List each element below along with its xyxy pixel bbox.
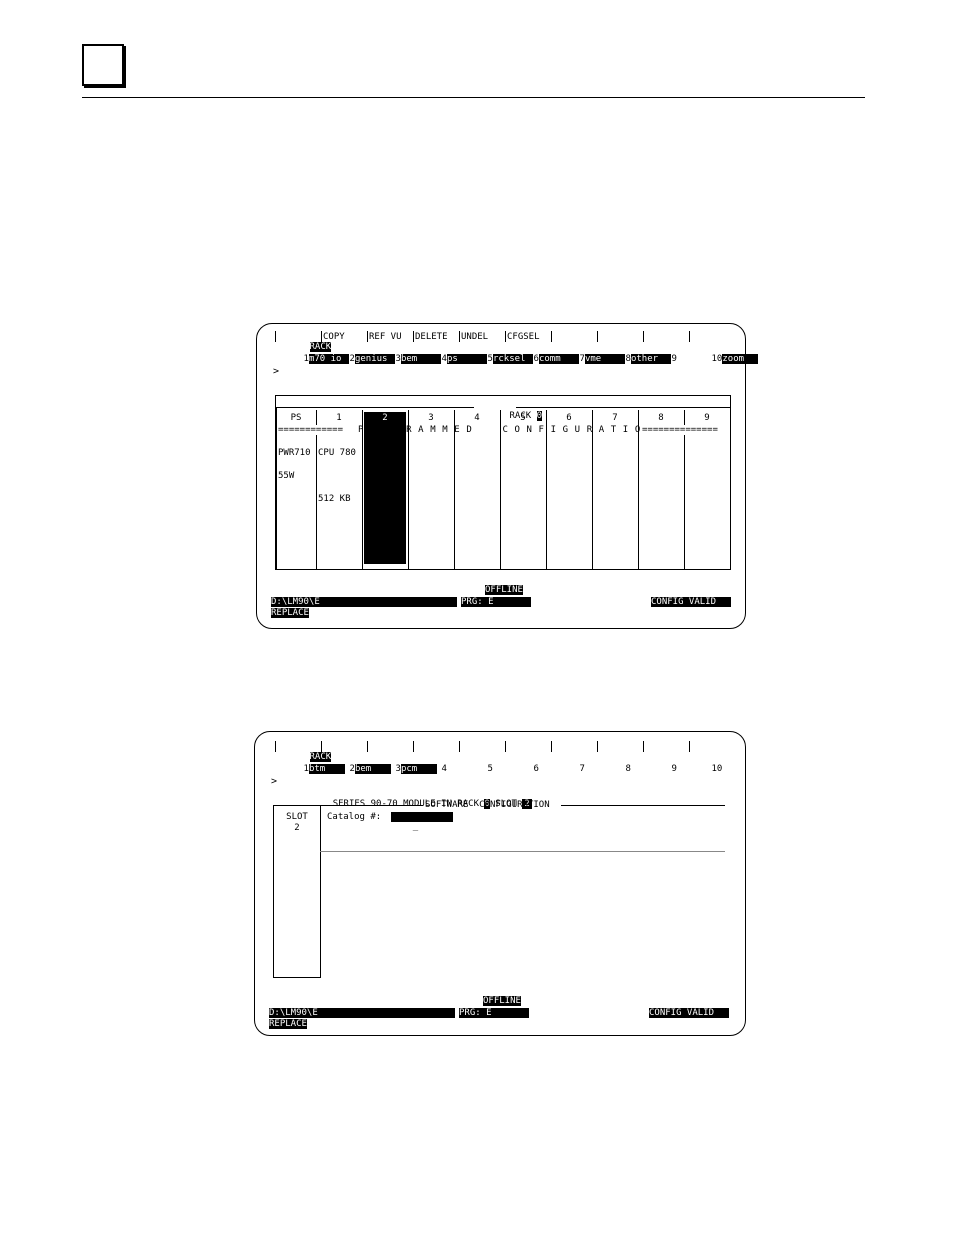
- slot-header-6[interactable]: 6: [546, 413, 592, 423]
- catalog-input[interactable]: _: [391, 812, 453, 832]
- status2-edit-mode: REPLACE: [269, 1019, 307, 1029]
- slot-box: SLOT 2: [273, 805, 321, 978]
- ps-module-name[interactable]: PWR710: [278, 448, 311, 458]
- slot-header-ps[interactable]: PS: [276, 413, 316, 423]
- fkey-top-delete[interactable]: DELETE: [415, 332, 448, 342]
- fkey-top-refvu[interactable]: REF VU: [369, 332, 402, 342]
- status2-program: PRG: E: [459, 1008, 529, 1018]
- status2-path: D:\LM90\E: [269, 1008, 455, 1018]
- slot-header-4[interactable]: 4: [454, 413, 500, 423]
- status2-config: CONFIG VALID: [649, 1008, 729, 1018]
- fkey-top-cfgsel[interactable]: CFGSEL: [507, 332, 540, 342]
- status-program: PRG: E: [461, 597, 531, 607]
- function-key-bar-2: RACK 1btm 2bem 3pcm 4 5 6 7 8 9 10: [255, 732, 745, 774]
- header-rule: [82, 97, 865, 98]
- slot-header-2[interactable]: 2: [362, 413, 408, 423]
- slot-box-label: SLOT: [286, 812, 308, 822]
- rack-config-screen: RACK COPY REF VU DELETE UNDEL CFGSEL 1m7…: [256, 323, 759, 629]
- chapter-tab-box: [82, 44, 124, 86]
- catalog-label: Catalog #:: [327, 812, 382, 822]
- status-offline: OFFLINE: [485, 585, 523, 595]
- banner-text: P R O G R A M M E D C O N F I G U R A T …: [358, 425, 653, 435]
- fkey-10[interactable]: 10zoom: [679, 344, 759, 374]
- status-config: CONFIG VALID: [651, 597, 731, 607]
- banner-left: ============: [278, 425, 344, 435]
- slot-header-9[interactable]: 9: [684, 413, 730, 423]
- ps-module-watts: 55W: [278, 471, 295, 481]
- slot-header-5[interactable]: 5: [500, 413, 546, 423]
- slot-header-8[interactable]: 8: [638, 413, 684, 423]
- cpu-module-memory: 512 KB: [318, 494, 351, 504]
- cpu-module-name[interactable]: CPU 780: [318, 448, 356, 458]
- slot-header-1[interactable]: 1: [316, 413, 362, 423]
- fkey2-10[interactable]: 10: [679, 754, 756, 784]
- command-prompt-2[interactable]: >: [271, 776, 277, 787]
- fkey-top-copy[interactable]: COPY: [323, 332, 345, 342]
- banner-right: ==============: [642, 425, 718, 435]
- fkey-top-undel[interactable]: UNDEL: [461, 332, 488, 342]
- status2-offline: OFFLINE: [483, 996, 521, 1006]
- software-config-screen: RACK 1btm 2bem 3pcm 4 5 6 7 8 9 10 > SER…: [254, 731, 746, 1036]
- slot-box-value: 2: [294, 823, 300, 833]
- slot-header-7[interactable]: 7: [592, 413, 638, 423]
- software-config-title: SOFTWARE CONFIGURATION: [425, 800, 550, 810]
- status-path: D:\LM90\E: [271, 597, 457, 607]
- function-key-bar: RACK COPY REF VU DELETE UNDEL CFGSEL 1m7…: [257, 324, 759, 364]
- slot-header-3[interactable]: 3: [408, 413, 454, 423]
- command-prompt[interactable]: >: [273, 366, 279, 377]
- status-edit-mode: REPLACE: [271, 608, 309, 618]
- rack-display: RACK 0 PS 1 2 3 4 5 6 7 8 9 ============…: [275, 395, 731, 570]
